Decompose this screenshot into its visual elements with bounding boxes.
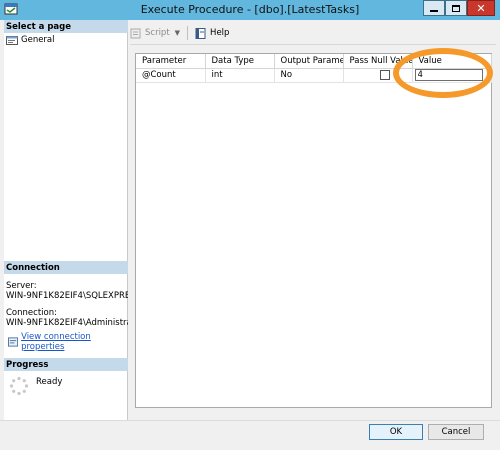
cell-value[interactable] xyxy=(412,68,492,83)
connection-properties-icon xyxy=(8,337,19,347)
script-label: Script xyxy=(145,28,170,38)
cell-pass-null-value xyxy=(343,68,413,83)
help-label: Help xyxy=(210,28,230,38)
cell-output-parameter: No xyxy=(274,68,344,83)
toolbar: Script ▼ Help xyxy=(130,24,229,42)
grid-header-row: Parameter Data Type Output Parameter Pas… xyxy=(136,54,492,69)
column-header-output-parameter[interactable]: Output Parameter xyxy=(274,54,344,69)
server-label: Server: xyxy=(6,281,37,291)
view-connection-properties[interactable]: View connection properties xyxy=(8,332,127,352)
connection-label: Connection: xyxy=(6,308,57,318)
close-icon: ✕ xyxy=(476,1,486,15)
parameters-grid: Parameter Data Type Output Parameter Pas… xyxy=(135,53,492,408)
script-button[interactable]: Script ▼ xyxy=(130,28,180,39)
toolbar-separator xyxy=(187,26,189,40)
progress-header: Progress xyxy=(4,358,128,371)
column-header-value[interactable]: Value xyxy=(412,54,492,69)
properties-page-icon xyxy=(6,36,18,45)
column-header-pass-null-value[interactable]: Pass Null Value xyxy=(343,54,413,69)
maximize-button[interactable] xyxy=(445,0,467,16)
title-bar[interactable]: Execute Procedure - [dbo].[LatestTasks] … xyxy=(0,0,500,20)
column-header-data-type[interactable]: Data Type xyxy=(205,54,275,69)
cell-data-type: int xyxy=(205,68,275,83)
help-icon xyxy=(195,27,206,39)
view-connection-properties-link[interactable]: View connection properties xyxy=(21,332,127,352)
script-icon xyxy=(130,28,141,38)
button-bar-divider xyxy=(0,420,500,421)
pass-null-checkbox[interactable] xyxy=(379,69,390,80)
table-row[interactable]: @Count int No xyxy=(136,68,492,83)
cell-parameter: @Count xyxy=(136,68,206,83)
progress-status: Ready xyxy=(36,377,63,387)
value-input[interactable] xyxy=(414,69,483,81)
chevron-down-icon[interactable]: ▼ xyxy=(175,29,180,37)
cancel-button[interactable]: Cancel xyxy=(428,424,484,440)
page-item-general[interactable]: General xyxy=(6,35,55,45)
select-page-header: Select a page xyxy=(4,20,128,33)
connection-value: WIN-9NF1K82EIF4\Administrator xyxy=(6,318,128,328)
maximize-icon xyxy=(452,4,460,12)
execute-procedure-dialog: Execute Procedure - [dbo].[LatestTasks] … xyxy=(0,0,500,450)
connection-header: Connection xyxy=(4,261,128,274)
toolbar-divider xyxy=(130,44,496,45)
column-header-parameter[interactable]: Parameter xyxy=(136,54,206,69)
ok-button[interactable]: OK xyxy=(369,424,423,440)
page-item-label: General xyxy=(21,35,55,45)
progress-spinner-icon xyxy=(9,376,29,396)
server-value: WIN-9NF1K82EIF4\SQLEXPRES xyxy=(6,291,128,301)
left-pane: Select a page General Connection Server:… xyxy=(4,20,128,420)
minimize-icon xyxy=(430,10,438,12)
close-button[interactable]: ✕ xyxy=(467,0,495,16)
help-button[interactable]: Help xyxy=(195,27,230,39)
minimize-button[interactable] xyxy=(423,0,445,16)
